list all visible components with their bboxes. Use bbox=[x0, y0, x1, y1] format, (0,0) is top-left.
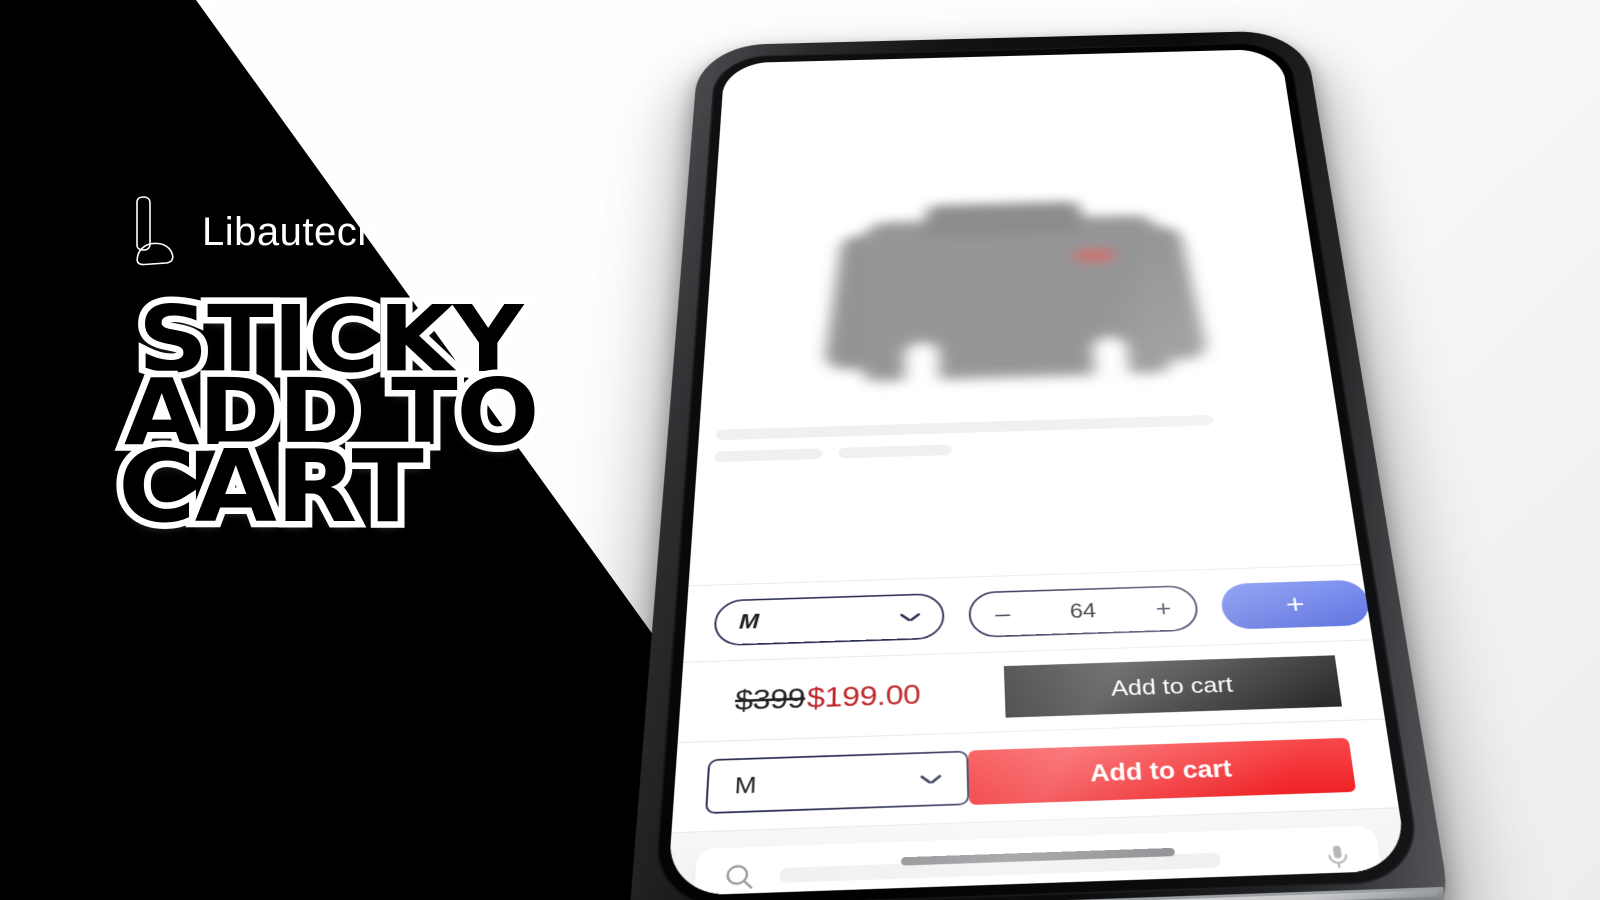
poster-canvas: Libautech STICKY ADD TO CART M – 64 + + … bbox=[0, 0, 1600, 900]
phone-mockup: M – 64 + + $399 $199.00 Add to cart M Ad… bbox=[623, 0, 1459, 900]
size-select-value: M bbox=[734, 771, 758, 799]
brand-logo: Libautech bbox=[128, 196, 380, 268]
add-to-cart-blue-button[interactable]: + bbox=[1219, 579, 1373, 630]
size-select-pill[interactable]: M bbox=[713, 592, 945, 647]
quantity-stepper[interactable]: – 64 + bbox=[968, 584, 1200, 639]
product-image bbox=[823, 190, 1209, 389]
skeleton-line bbox=[714, 448, 823, 463]
price-sale: $199.00 bbox=[806, 678, 921, 714]
price-block: $399 $199.00 bbox=[709, 679, 921, 718]
quantity-decrement-button[interactable]: – bbox=[995, 601, 1011, 626]
size-select-value: M bbox=[738, 610, 760, 634]
phone-body: M – 64 + + $399 $199.00 Add to cart M Ad… bbox=[623, 30, 1459, 900]
add-to-cart-dark-button[interactable]: Add to cart bbox=[1003, 655, 1343, 718]
page-title: STICKY ADD TO CART bbox=[111, 287, 678, 546]
quantity-increment-button[interactable]: + bbox=[1155, 596, 1173, 621]
search-icon bbox=[721, 860, 758, 893]
chevron-down-icon bbox=[921, 773, 941, 784]
skeleton-line bbox=[838, 444, 952, 459]
microphone-icon[interactable] bbox=[1321, 842, 1355, 871]
quantity-value: 64 bbox=[1069, 599, 1097, 623]
size-select-rect[interactable]: M bbox=[705, 750, 970, 815]
add-to-cart-red-button[interactable]: Add to cart bbox=[968, 737, 1357, 806]
price-original: $399 bbox=[734, 682, 806, 716]
libautech-l-monogram-icon bbox=[136, 196, 174, 266]
headline-line-3: CART bbox=[111, 428, 431, 546]
product-skeleton bbox=[680, 411, 1359, 464]
phone-screen: M – 64 + + $399 $199.00 Add to cart M Ad… bbox=[667, 48, 1409, 897]
skeleton-line bbox=[715, 414, 1214, 441]
brand-name: Libautech bbox=[202, 210, 380, 254]
chevron-down-icon bbox=[901, 612, 920, 622]
phone-bezel: M – 64 + + $399 $199.00 Add to cart M Ad… bbox=[652, 41, 1424, 900]
